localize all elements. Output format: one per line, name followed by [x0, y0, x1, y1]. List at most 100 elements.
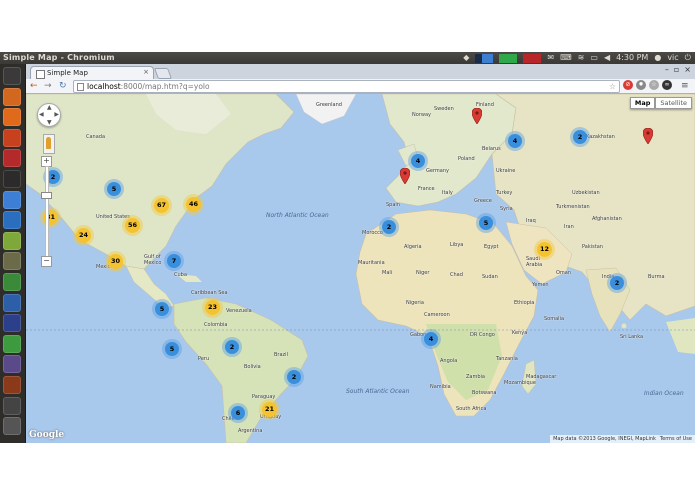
user-icon[interactable]: ● — [654, 52, 661, 64]
ubuntu-software-icon[interactable] — [3, 128, 21, 147]
zoom-track[interactable] — [45, 166, 49, 258]
extension-gear-icon[interactable]: ✹ — [636, 80, 646, 90]
marker-cluster[interactable]: 67 — [154, 198, 169, 213]
place-label: Uzbekistan — [572, 190, 600, 196]
marker-cluster[interactable]: 5 — [165, 342, 179, 356]
workspace-icon[interactable] — [3, 396, 21, 415]
eclipse-icon[interactable] — [3, 314, 21, 333]
map-pin-icon[interactable] — [472, 108, 482, 124]
cpu-meter-icon[interactable] — [499, 54, 518, 63]
dash-icon[interactable] — [3, 67, 21, 85]
place-label: Greenland — [316, 102, 342, 108]
place-label: Libya — [450, 242, 464, 248]
files-icon[interactable] — [3, 87, 21, 106]
marker-cluster[interactable]: 12 — [537, 242, 552, 257]
marker-cluster[interactable]: 7 — [167, 254, 181, 268]
marker-cluster[interactable]: 2 — [287, 370, 301, 384]
map-type-map-button[interactable]: Map — [629, 97, 656, 109]
minimize-icon[interactable]: – — [665, 65, 669, 74]
trash-icon[interactable] — [3, 417, 21, 436]
place-label: Mozambique — [504, 380, 536, 386]
adblock-icon[interactable]: ⊘ — [623, 80, 633, 90]
gimp-icon[interactable] — [3, 252, 21, 271]
keyboard-icon[interactable]: ⌨ — [560, 52, 572, 64]
power-icon[interactable]: ⏻ — [685, 52, 691, 64]
firefox-icon[interactable] — [3, 108, 21, 127]
marker-cluster[interactable]: 23 — [205, 300, 220, 315]
terms-link[interactable]: Terms of Use — [660, 436, 692, 442]
settings-icon[interactable] — [3, 149, 21, 168]
clock[interactable]: 4:30 PM — [616, 52, 648, 64]
address-bar[interactable]: localhost:8000/map.htm?q=yolo ☆ — [73, 80, 620, 93]
launcher — [0, 64, 26, 443]
pan-control[interactable]: ▲ ▼ ◀ ▶ — [37, 103, 61, 127]
pan-right-icon[interactable]: ▶ — [54, 111, 59, 118]
map-canvas[interactable]: North Atlantic Ocean South Atlantic Ocea… — [26, 94, 695, 443]
zoom-slider-knob[interactable] — [41, 192, 52, 199]
marker-cluster[interactable]: 56 — [125, 218, 140, 233]
google-logo[interactable]: Google — [29, 430, 64, 440]
maximize-icon[interactable]: ▫ — [674, 65, 679, 74]
pan-left-icon[interactable]: ◀ — [39, 111, 44, 118]
dropbox-icon[interactable]: ◆ — [463, 52, 469, 64]
wifi-icon[interactable]: ≋ — [578, 52, 585, 64]
browser-window: Simple Map × – ▫ × ← → ↻ localhost:8000/… — [26, 64, 695, 443]
screenshot-icon[interactable] — [3, 376, 21, 394]
marker-cluster[interactable]: 2 — [573, 130, 587, 144]
marker-cluster[interactable]: 30 — [108, 254, 123, 269]
marker-cluster[interactable]: 5 — [155, 302, 169, 316]
marker-cluster[interactable]: 2 — [610, 276, 624, 290]
place-label: Botswana — [472, 390, 497, 396]
volume-icon[interactable]: ◀ — [604, 52, 610, 64]
bookmark-star-icon[interactable]: ☆ — [609, 81, 616, 92]
chromium-icon[interactable] — [3, 190, 21, 209]
new-tab-button[interactable] — [153, 68, 173, 79]
top-panel: Simple Map - Chromium ◆ ✉ ⌨ ≋ ▭ ◀ 4:30 P… — [0, 52, 695, 64]
spreadsheet-icon[interactable] — [3, 334, 21, 353]
extension-mask-icon[interactable]: ∞ — [662, 80, 672, 90]
map-type-control: Map Satellite — [629, 97, 692, 109]
desktop-screen: Simple Map - Chromium ◆ ✉ ⌨ ≋ ▭ ◀ 4:30 P… — [0, 52, 695, 443]
tab-close-icon[interactable]: × — [143, 68, 149, 76]
place-label: Poland — [458, 156, 475, 162]
marker-cluster[interactable]: 4 — [411, 154, 425, 168]
back-button[interactable]: ← — [30, 79, 38, 93]
battery-icon[interactable]: ▭ — [590, 52, 598, 64]
window-controls: – ▫ × — [665, 65, 691, 74]
chrome-menu-icon[interactable]: ≡ — [681, 79, 689, 93]
map-pin-icon[interactable] — [400, 168, 410, 184]
app-icon[interactable] — [3, 293, 21, 312]
drive-icon[interactable] — [3, 355, 21, 374]
marker-cluster[interactable]: 21 — [262, 402, 277, 417]
pan-down-icon[interactable]: ▼ — [47, 119, 52, 126]
editor-icon[interactable] — [3, 211, 21, 230]
marker-cluster[interactable]: 46 — [186, 197, 201, 212]
marker-cluster[interactable]: 5 — [107, 182, 121, 196]
android-icon[interactable] — [3, 231, 21, 250]
street-view-pegman-icon[interactable] — [43, 134, 55, 154]
extension-star-icon[interactable]: ☆ — [649, 80, 659, 90]
marker-cluster[interactable]: 2 — [382, 220, 396, 234]
zoom-out-button[interactable]: − — [41, 256, 52, 267]
terminal-icon[interactable] — [3, 170, 21, 188]
reload-button[interactable]: ↻ — [59, 79, 67, 93]
tab-simple-map[interactable]: Simple Map × — [30, 66, 154, 80]
memory-meter-icon[interactable] — [523, 54, 542, 63]
user-name[interactable]: vic — [667, 52, 678, 64]
marker-cluster[interactable]: 6 — [231, 406, 245, 420]
url-text[interactable]: localhost:8000/map.htm?q=yolo — [87, 81, 210, 92]
marker-cluster[interactable]: 4 — [424, 332, 438, 346]
forward-button[interactable]: → — [44, 79, 52, 93]
network-icon[interactable] — [3, 273, 21, 291]
marker-cluster[interactable]: 24 — [76, 228, 91, 243]
marker-cluster[interactable]: 4 — [508, 134, 522, 148]
marker-cluster[interactable]: 2 — [225, 340, 239, 354]
marker-cluster[interactable]: 5 — [479, 216, 493, 230]
place-label: Namibia — [430, 384, 451, 390]
mail-icon[interactable]: ✉ — [547, 52, 554, 64]
map-type-satellite-button[interactable]: Satellite — [655, 97, 692, 109]
close-icon[interactable]: × — [684, 65, 691, 74]
map-pin-icon[interactable] — [643, 128, 653, 144]
network-meter-icon[interactable] — [475, 54, 494, 63]
pan-up-icon[interactable]: ▲ — [47, 104, 52, 111]
